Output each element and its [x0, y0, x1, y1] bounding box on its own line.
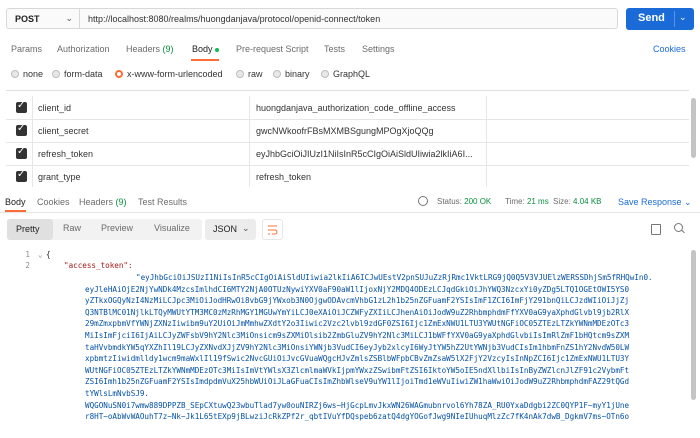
divider — [0, 212, 700, 213]
view-preview-button[interactable]: Preview — [101, 223, 133, 233]
radio-binary[interactable]: binary — [273, 69, 310, 79]
cookies-link[interactable]: Cookies — [653, 44, 686, 54]
checkbox-checked-icon[interactable] — [16, 146, 27, 159]
table-row: refresh_token eyJhbGciOiJIUzI1NiIsInR5cC… — [6, 142, 689, 166]
params-scrollbar[interactable] — [691, 98, 696, 158]
token-line: "eyJhbGciOiJSUzI1NiIsInR5cCIgOiAiSldUIiw… — [136, 273, 653, 282]
radio-none[interactable]: none — [11, 69, 43, 79]
token-line: Q3NTBlMC01NjlkLTQyMWUtYTM3MC0zMzRhMGY1MG… — [85, 308, 630, 317]
token-line: xpbmtzIiwidmlldy1wcm9maWxlIl19fSwic2NvcG… — [85, 354, 630, 363]
param-key[interactable]: refresh_token — [38, 149, 93, 159]
wrap-icon — [268, 225, 278, 235]
token-line: 29mZmxpbmVfYWNjZXNzIiwibm9uY2UiOiJmMmhwZ… — [85, 319, 630, 328]
send-button[interactable]: Send ⌄ — [626, 8, 694, 30]
method-label: POST — [15, 14, 40, 24]
url-text: http://localhost:8080/realms/huongdanjav… — [88, 14, 381, 24]
param-value[interactable]: eyJhbGciOiJIUzI1NiIsInR5cCIgOiAiSldUIiwi… — [256, 149, 481, 159]
token-line: yZTkxOGQyNzI4NzMiLCJpc3MiOiJodHRwOi8vbG9… — [85, 296, 630, 305]
response-scrollbar[interactable] — [691, 250, 696, 400]
params-table: client_id huongdanjava_authorization_cod… — [6, 90, 689, 187]
response-tab-headers[interactable]: Headers (9) — [79, 197, 127, 207]
save-response-button[interactable]: Save Response ⌄ — [618, 197, 692, 208]
param-value[interactable]: refresh_token — [256, 172, 481, 182]
param-value[interactable]: gwcNWkoofrFBsMXMBSgungMPOgXjoQQg — [256, 126, 481, 136]
param-value[interactable]: huongdanjava_authorization_code_offline_… — [256, 103, 481, 113]
send-label: Send — [638, 12, 665, 24]
tab-pre-request-script[interactable]: Pre-request Script — [236, 44, 309, 54]
param-key[interactable]: grant_type — [38, 172, 81, 182]
token-line: ZSI6Imh1b25nZGFuamF2YSIsImdpdmVuX25hbWUi… — [85, 377, 630, 386]
token-line: r8HT~oAbWvWAOuhT7z~Nk~Jk1L65tEXp9jBLwziJ… — [85, 412, 630, 421]
search-icon[interactable] — [674, 223, 683, 232]
radio-icon — [273, 70, 281, 78]
table-row: client_secret gwcNWkoofrFBsMXMBSgungMPOg… — [6, 119, 689, 143]
tab-headers[interactable]: Headers (9) — [126, 44, 174, 54]
fold-chevron-icon[interactable]: ⌄ — [38, 249, 43, 261]
globe-icon[interactable] — [418, 196, 428, 206]
wrap-lines-button[interactable] — [262, 219, 283, 240]
response-tab-test-results[interactable]: Test Results — [138, 197, 187, 207]
open-brace: { — [46, 250, 51, 259]
radio-selected-icon — [115, 70, 123, 78]
line-number: 2 — [25, 261, 30, 270]
token-line: MiIsImFjciI6IjAiLCJyZWFsbV9hY2Nlc3MiOnsi… — [85, 331, 630, 340]
tab-authorization[interactable]: Authorization — [57, 44, 110, 54]
view-visualize-button[interactable]: Visualize — [154, 223, 190, 233]
line-number: 1 — [25, 250, 30, 259]
format-select[interactable]: JSON ⌄ — [205, 219, 256, 240]
chevron-down-icon[interactable]: ⌄ — [679, 12, 687, 23]
tab-body[interactable]: Body — [192, 44, 219, 54]
tab-params[interactable]: Params — [11, 44, 42, 54]
checkbox-checked-icon[interactable] — [16, 100, 27, 113]
chevron-down-icon: ⌄ — [242, 223, 250, 233]
response-body[interactable]: 1 ⌄ { 2 "access_token": "eyJhbGciOiJSUzI… — [0, 245, 690, 438]
radio-x-www-form-urlencoded[interactable]: x-www-form-urlencoded — [115, 69, 223, 79]
active-tab-indicator — [191, 59, 219, 61]
response-tab-cookies[interactable]: Cookies — [37, 197, 70, 207]
method-select[interactable]: POST ⌄ — [6, 8, 80, 29]
token-line: eyJleHAiOjE2NjYwNDk4MzcsImlhdCI6MTY2NjA0… — [85, 285, 630, 294]
chevron-down-icon: ⌄ — [65, 13, 73, 23]
radio-icon — [321, 70, 329, 78]
modified-dot-icon — [214, 47, 219, 52]
token-line: taHVvbmdkYW5qYXZhIl19LCJyZXNvdXJjZV9hY2N… — [85, 343, 630, 352]
table-row: grant_type refresh_token — [6, 165, 689, 187]
radio-icon — [52, 70, 60, 78]
param-key[interactable]: client_secret — [38, 126, 89, 136]
checkbox-checked-icon[interactable] — [16, 169, 27, 182]
radio-form-data[interactable]: form-data — [52, 69, 103, 79]
token-line: WQGONuSN0i7wmw889DPPZB_SEpCXtuwQ23wbuTla… — [85, 401, 630, 410]
url-input[interactable]: http://localhost:8080/realms/huongdanjav… — [80, 8, 618, 29]
radio-raw[interactable]: raw — [236, 69, 263, 79]
token-line: WUtNGFiOC05ZTEzLTZkYWNmMDEzOTc3MiIsImVtY… — [85, 366, 630, 375]
view-raw-button[interactable]: Raw — [63, 223, 81, 233]
param-key[interactable]: client_id — [38, 103, 71, 113]
radio-icon — [11, 70, 19, 78]
copy-icon[interactable] — [651, 224, 661, 235]
time-indicator[interactable]: Time: 21 ms — [505, 197, 549, 206]
send-divider — [674, 11, 675, 27]
token-line: tYWlsLmNvbSJ9. — [85, 389, 150, 398]
radio-icon — [236, 70, 244, 78]
checkbox-checked-icon[interactable] — [16, 123, 27, 136]
tab-settings[interactable]: Settings — [362, 44, 395, 54]
response-tab-body[interactable]: Body — [5, 197, 26, 207]
view-pretty-button[interactable]: Pretty — [7, 219, 53, 240]
radio-graphql[interactable]: GraphQL — [321, 69, 370, 79]
format-label: JSON — [213, 224, 238, 234]
json-key: "access_token": — [64, 261, 133, 270]
status-indicator[interactable]: Status: 200 OK — [437, 197, 491, 206]
tab-tests[interactable]: Tests — [324, 44, 345, 54]
table-row: client_id huongdanjava_authorization_cod… — [6, 96, 689, 120]
view-mode-group: Pretty Raw Preview Visualize — [7, 219, 202, 240]
size-indicator[interactable]: Size: 4.04 KB — [553, 197, 602, 206]
